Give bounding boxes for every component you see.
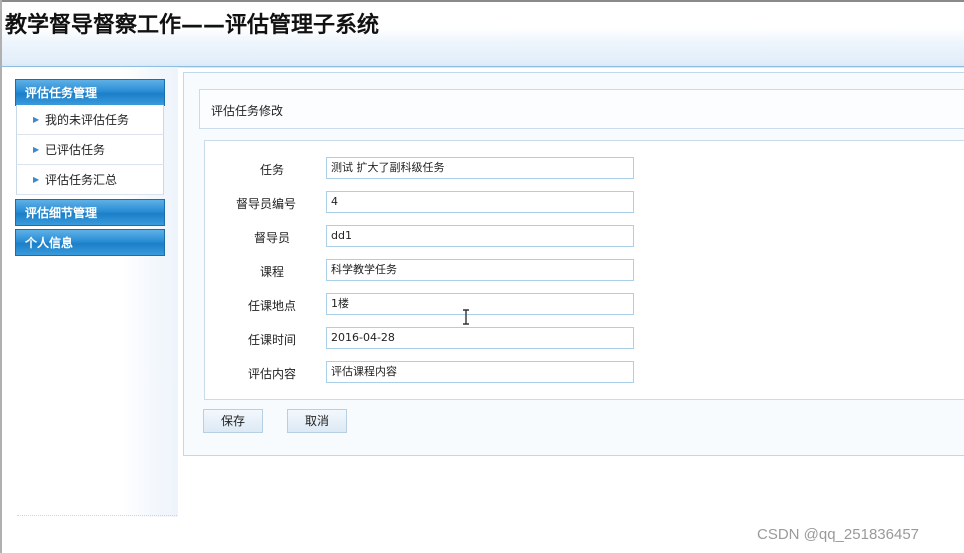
save-button[interactable]: 保存 bbox=[203, 409, 263, 433]
location-field[interactable]: 1楼 bbox=[326, 293, 634, 315]
sidebar-item-evaluated-tasks[interactable]: ▶ 已评估任务 bbox=[16, 135, 164, 165]
sidebar-section-task-management[interactable]: 评估任务管理 bbox=[15, 79, 165, 106]
sidebar-item-label: 已评估任务 bbox=[45, 143, 106, 157]
chevron-right-icon: ▶ bbox=[33, 115, 40, 124]
sidebar-section-personal-info[interactable]: 个人信息 bbox=[15, 229, 165, 256]
evaluation-content-label: 评估内容 bbox=[247, 367, 296, 381]
panel-header: 评估任务修改 bbox=[199, 89, 964, 129]
course-label: 课程 bbox=[259, 265, 284, 279]
sidebar-item-label: 评估任务汇总 bbox=[45, 173, 118, 187]
cancel-button[interactable]: 取消 bbox=[287, 409, 347, 433]
chevron-right-icon: ▶ bbox=[33, 175, 40, 184]
location-label: 任课地点 bbox=[247, 299, 296, 313]
class-time-field[interactable]: 2016-04-28 bbox=[326, 327, 634, 349]
sidebar-item-label: 我的未评估任务 bbox=[45, 113, 130, 127]
chevron-right-icon: ▶ bbox=[33, 145, 40, 154]
course-field[interactable]: 科学教学任务 bbox=[326, 259, 634, 281]
text-cursor-icon bbox=[463, 309, 469, 325]
sidebar-section-detail-management[interactable]: 评估细节管理 bbox=[15, 199, 165, 226]
sidebar-item-task-summary[interactable]: ▶ 评估任务汇总 bbox=[16, 165, 164, 195]
app-title: 教学督导督察工作——评估管理子系统 bbox=[5, 13, 380, 38]
header-banner: 教学督导督察工作——评估管理子系统 bbox=[2, 2, 964, 68]
supervisor-field[interactable]: dd1 bbox=[326, 225, 634, 247]
task-field[interactable]: 测试 扩大了副科级任务 bbox=[326, 157, 634, 179]
supervisor-id-field[interactable]: 4 bbox=[326, 191, 634, 213]
sidebar-item-unevaluated-tasks[interactable]: ▶ 我的未评估任务 bbox=[16, 105, 164, 135]
supervisor-id-label: 督导员编号 bbox=[235, 197, 296, 211]
sidebar-divider bbox=[17, 515, 177, 516]
task-label: 任务 bbox=[259, 163, 284, 177]
watermark: CSDN @qq_251836457 bbox=[757, 526, 920, 543]
evaluation-content-field[interactable]: 评估课程内容 bbox=[326, 361, 634, 383]
page-title: 评估任务修改 bbox=[211, 104, 284, 118]
class-time-label: 任课时间 bbox=[247, 333, 296, 347]
supervisor-label: 督导员 bbox=[253, 231, 290, 245]
